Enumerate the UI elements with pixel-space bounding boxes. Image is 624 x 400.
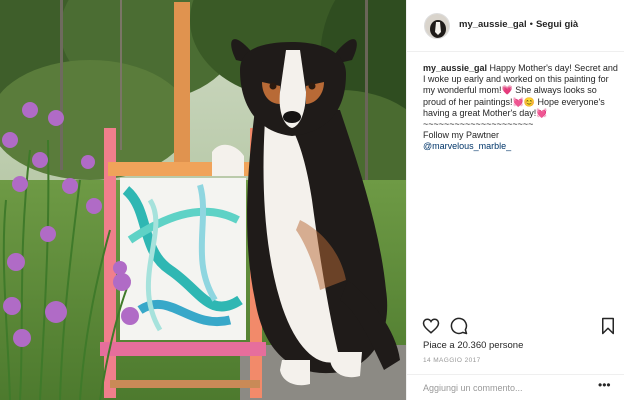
- post-header-text: my_aussie_gal • Segui già: [459, 19, 578, 31]
- header-username[interactable]: my_aussie_gal: [459, 19, 527, 30]
- post-photo[interactable]: [0, 0, 406, 400]
- more-options-icon[interactable]: •••: [598, 379, 614, 391]
- comment-input[interactable]: [423, 381, 588, 395]
- header-separator: •: [529, 19, 533, 30]
- dog-painting-photo: [0, 0, 406, 400]
- post-header: my_aussie_gal • Segui già: [407, 0, 624, 52]
- post-side-panel: my_aussie_gal • Segui già my_aussie_gal Ha…: [406, 0, 624, 400]
- heart-icon[interactable]: [422, 317, 440, 335]
- caption-mention-link[interactable]: @marvelous_marble_: [423, 141, 511, 151]
- caption-text: Happy Mother's day! Secret and I woke up…: [423, 63, 618, 141]
- post-actions: [407, 312, 624, 340]
- comment-bubble-icon[interactable]: [450, 317, 468, 335]
- avatar[interactable]: [424, 13, 450, 39]
- post-date: 14 MAGGIO 2017: [423, 357, 481, 364]
- dog-avatar-icon: [425, 14, 449, 38]
- likes-count[interactable]: Piace a 20.360 persone: [423, 340, 523, 351]
- post-caption: my_aussie_gal Happy Mother's day! Secret…: [423, 63, 619, 153]
- bookmark-icon[interactable]: [599, 317, 617, 335]
- following-button[interactable]: Segui già: [536, 19, 578, 30]
- caption-username[interactable]: my_aussie_gal: [423, 63, 487, 73]
- comment-bar: •••: [407, 374, 624, 400]
